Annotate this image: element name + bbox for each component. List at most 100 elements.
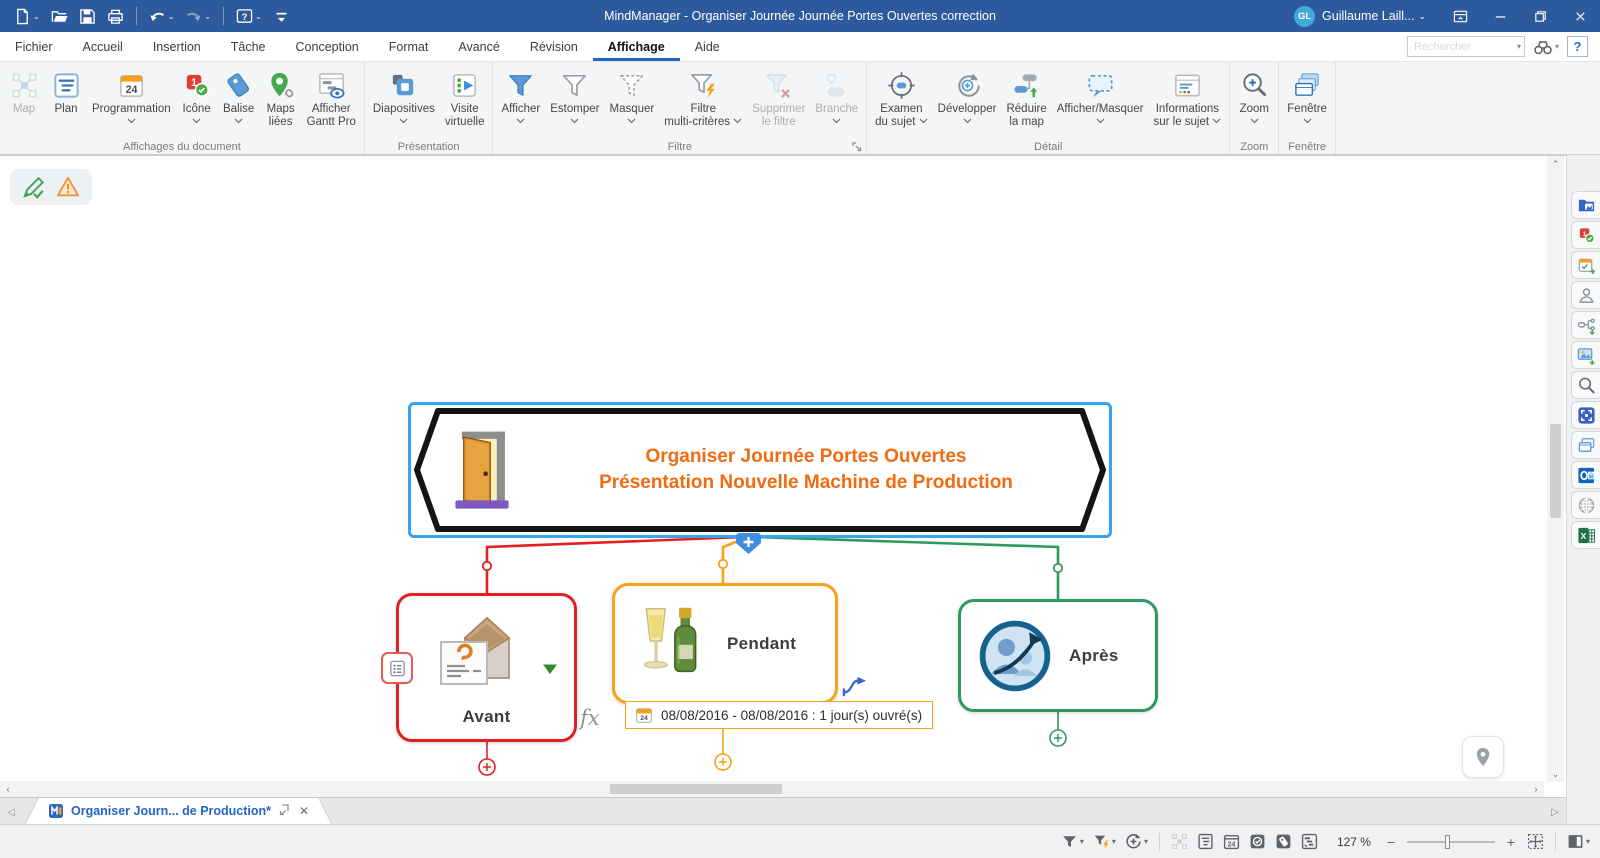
collapse-branches-badge[interactable] <box>736 533 761 554</box>
statusbar-quick-filter-button[interactable]: ▾ <box>1061 833 1084 850</box>
ribbon-button-reduire-la-map[interactable]: Réduirela map <box>1001 65 1051 129</box>
help-button[interactable]: ? <box>1567 36 1588 57</box>
warning-triangle-icon[interactable] <box>56 175 80 199</box>
sidebar-tab-map-markers[interactable]: 1 <box>1571 221 1600 249</box>
ribbon-tab-tache[interactable]: Tâche <box>216 32 281 61</box>
ribbon-tab-accueil[interactable]: Accueil <box>68 32 138 61</box>
ribbon-button-programmation[interactable]: 24Programmation <box>87 65 176 129</box>
ribbon-button-filtre-multi-criteres[interactable]: Filtremulti-critères <box>659 65 747 129</box>
ribbon-button-balise[interactable]: Balise <box>218 65 260 129</box>
sidebar-tab-images[interactable] <box>1571 341 1600 369</box>
statusbar-tags-view-button[interactable] <box>1275 833 1292 850</box>
restore-button[interactable] <box>1520 0 1560 32</box>
ribbon-button-afficher[interactable]: Afficher <box>496 65 545 129</box>
sidebar-tab-web[interactable] <box>1571 491 1600 519</box>
vertical-scrollbar-thumb[interactable] <box>1550 424 1561 518</box>
ribbon-button-masquer[interactable]: Masquer <box>604 65 659 129</box>
zoom-slider-handle[interactable] <box>1445 835 1450 849</box>
topic-apres[interactable]: Après <box>958 599 1158 712</box>
ribbon-button-diapositives[interactable]: Diapositives <box>368 65 440 129</box>
ink-pen-check-icon[interactable] <box>22 175 46 199</box>
relationship-icon[interactable] <box>841 675 868 698</box>
location-button[interactable] <box>1462 736 1504 778</box>
scroll-up-icon[interactable]: ⌃ <box>1547 156 1564 172</box>
scroll-left-icon[interactable]: ‹ <box>0 781 16 797</box>
tabs-scroll-right-icon[interactable]: ▷ <box>1544 800 1566 824</box>
document-tab[interactable]: Organiser Journ... de Production* ✕ <box>26 798 331 824</box>
central-topic[interactable]: Organiser Journée Portes Ouvertes Présen… <box>408 402 1112 538</box>
ribbon-button-maps-liees[interactable]: Mapsliées <box>260 65 302 129</box>
statusbar-map-view-button[interactable] <box>1171 833 1188 850</box>
ribbon-button-plan[interactable]: Plan <box>45 65 87 129</box>
customize-quick-access-button[interactable] <box>269 4 294 28</box>
sidebar-tab-outlook[interactable] <box>1571 461 1600 489</box>
minimize-button[interactable] <box>1480 0 1520 32</box>
zoom-in-button[interactable]: + <box>1504 834 1518 850</box>
tabs-scroll-left-icon[interactable]: ◁ <box>0 800 22 824</box>
statusbar-gantt-view-button[interactable] <box>1301 833 1318 850</box>
statusbar-outline-view-button[interactable] <box>1197 833 1214 850</box>
new-document-button[interactable]: ⌄ <box>10 4 44 28</box>
ribbon-button-developper[interactable]: Développer <box>933 65 1002 129</box>
ribbon-button-examen-du-sujet[interactable]: Examendu sujet <box>870 65 932 129</box>
ribbon-button-afficher-masquer[interactable]: Afficher/Masquer <box>1052 65 1149 129</box>
ribbon-button-icone[interactable]: 1Icône <box>176 65 218 129</box>
new-document-chevron-icon[interactable]: ⌄ <box>33 12 40 21</box>
topic-pendant[interactable]: Pendant <box>612 583 838 704</box>
ribbon-tab-revision[interactable]: Révision <box>515 32 593 61</box>
ribbon-button-informations-sur-le-sujet[interactable]: Informationssur le sujet <box>1148 65 1226 129</box>
help-chevron-icon[interactable]: ⌄ <box>255 12 262 21</box>
task-pane-button[interactable]: ▾ <box>1567 833 1590 850</box>
avatar[interactable]: GL <box>1294 6 1315 27</box>
ribbon-button-afficher-gantt-pro[interactable]: AfficherGantt Pro <box>302 65 361 129</box>
redo-button[interactable]: ⌄ <box>181 4 215 28</box>
ribbon-button-visite-virtuelle[interactable]: Visitevirtuelle <box>440 65 490 129</box>
sidebar-tab-schedule-info[interactable] <box>1571 251 1600 279</box>
ribbon-button-map[interactable]: Map <box>3 65 45 129</box>
ribbon-button-fenetre[interactable]: Fenêtre <box>1282 65 1332 129</box>
topic-avant[interactable]: Avant <box>396 593 577 742</box>
sidebar-tab-search[interactable] <box>1571 371 1600 399</box>
ribbon-button-estomper[interactable]: Estomper <box>545 65 604 129</box>
sidebar-tab-map-parts[interactable] <box>1571 311 1600 339</box>
statusbar-icons-view-button[interactable] <box>1249 833 1266 850</box>
search-input[interactable] <box>1407 36 1525 57</box>
save-button[interactable] <box>75 4 100 28</box>
ribbon-button-branche[interactable]: Branche <box>810 65 863 129</box>
zoom-out-button[interactable]: − <box>1384 834 1398 850</box>
close-button[interactable] <box>1560 0 1600 32</box>
sidebar-tab-map-overview[interactable] <box>1571 401 1600 429</box>
close-tab-icon[interactable]: ✕ <box>299 804 309 818</box>
dialog-launcher-icon[interactable] <box>851 140 863 152</box>
sidebar-tab-excel[interactable]: X <box>1571 521 1600 549</box>
map-canvas[interactable]: Organiser Journée Portes Ouvertes Présen… <box>0 155 1566 797</box>
sidebar-tab-library[interactable] <box>1571 191 1600 219</box>
float-tab-icon[interactable] <box>278 802 290 820</box>
undo-button[interactable]: ⌄ <box>145 4 179 28</box>
statusbar-power-filter-button[interactable]: ▾ <box>1093 833 1116 850</box>
task-info-callout[interactable]: 24 08/08/2016 - 08/08/2016 : 1 jour(s) o… <box>625 701 933 729</box>
sidebar-tab-browser-windows[interactable] <box>1571 431 1600 459</box>
scroll-down-icon[interactable]: ⌄ <box>1547 766 1564 782</box>
print-button[interactable] <box>103 4 128 28</box>
power-filter-chevron-icon[interactable]: ▾ <box>1112 837 1116 846</box>
task-pane-chevron-icon[interactable]: ▾ <box>1586 837 1590 846</box>
zoom-slider[interactable] <box>1407 835 1495 849</box>
statusbar-power-select-button[interactable]: ▾ <box>1125 833 1148 850</box>
search-scope-chevron-icon[interactable]: ▾ <box>1517 42 1521 51</box>
power-select-chevron-icon[interactable]: ▾ <box>1144 837 1148 846</box>
find-button[interactable]: ▾ <box>1533 39 1559 55</box>
ribbon-button-supprimer-le-filtre[interactable]: Supprimerle filtre <box>747 65 810 129</box>
ribbon-tab-insertion[interactable]: Insertion <box>138 32 216 61</box>
sidebar-tab-resources[interactable] <box>1571 281 1600 309</box>
ribbon-tab-avance[interactable]: Avancé <box>443 32 514 61</box>
find-chevron-icon[interactable]: ▾ <box>1555 42 1559 51</box>
ribbon-button-zoom[interactable]: Zoom <box>1233 65 1275 129</box>
ribbon-tab-affichage[interactable]: Affichage <box>593 32 680 61</box>
horizontal-scrollbar[interactable]: ‹ › <box>0 781 1544 797</box>
scroll-right-icon[interactable]: › <box>1528 781 1544 797</box>
ribbon-tab-aide[interactable]: Aide <box>680 32 735 61</box>
ribbon-tab-fichier[interactable]: Fichier <box>0 32 68 61</box>
fit-map-button[interactable] <box>1527 833 1544 850</box>
horizontal-scrollbar-thumb[interactable] <box>610 784 782 794</box>
